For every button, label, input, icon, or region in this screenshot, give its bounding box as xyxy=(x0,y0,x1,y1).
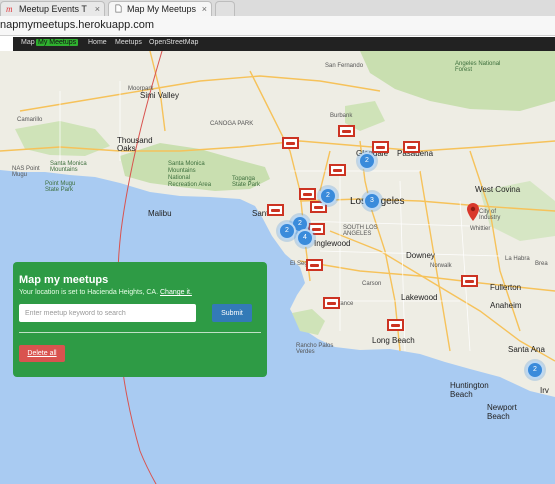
park-west xyxy=(15,121,110,156)
map-label-downey: Downey xyxy=(406,251,435,260)
url-text: napmymeetups.herokuapp.com xyxy=(0,19,155,31)
meetup-marker[interactable] xyxy=(403,141,420,153)
map-label-burbank: Burbank xyxy=(330,113,353,119)
map-label-rancho-palos-verdes: Rancho Palos Verdes xyxy=(296,343,334,355)
map-label-south-la: SOUTH LOS ANGELES xyxy=(343,225,378,237)
map-label-malibu: Malibu xyxy=(148,209,172,218)
navbar: Map My Meetups Home Meetups OpenStreetMa… xyxy=(13,37,555,51)
map-label-inglewood: Inglewood xyxy=(314,239,351,248)
close-tab-icon[interactable]: × xyxy=(95,2,100,16)
map-label-long-beach: Long Beach xyxy=(372,336,415,345)
page-icon xyxy=(115,4,122,13)
browser-tab-bar: m Meetup Events Timel × Map My Meetups × xyxy=(0,0,555,16)
map-label-smm: Santa Monica Mountains xyxy=(50,161,87,173)
tab-meetup-events-timeline[interactable]: m Meetup Events Timel × xyxy=(0,1,105,16)
map-label-huntington-beach: Huntington Beach xyxy=(450,381,489,399)
map-label-west-covina: West Covina xyxy=(475,185,521,194)
map-label-camarillo: Camarillo xyxy=(17,117,43,123)
nav-openstreetmap[interactable]: OpenStreetMap xyxy=(149,39,198,46)
map-label-city-of-industry: City of Industry xyxy=(479,209,501,221)
map-label-fullerton: Fullerton xyxy=(490,283,522,292)
meetup-marker[interactable] xyxy=(338,125,355,137)
park-angeles xyxy=(360,51,555,111)
meetup-marker[interactable] xyxy=(323,297,340,309)
tab-map-my-meetups[interactable]: Map My Meetups × xyxy=(108,1,212,16)
meetup-marker[interactable] xyxy=(372,141,389,153)
map-label-la-habra: La Habra xyxy=(505,256,530,262)
location-status: Your location is set to Hacienda Heights… xyxy=(19,289,159,296)
marker-cluster[interactable]: 2 xyxy=(319,187,337,205)
tab-title: Meetup Events Timel xyxy=(19,4,87,14)
marker-cluster[interactable]: 4 xyxy=(296,229,314,247)
map-label-thousand-oaks: Thousand Oaks xyxy=(117,136,153,153)
map-label-nas-point-mugu: NAS Point Mugu xyxy=(12,166,40,178)
svg-text:m: m xyxy=(6,4,13,13)
location-text: Your location is set to Hacienda Heights… xyxy=(19,289,192,296)
meetup-search-input[interactable] xyxy=(19,304,196,322)
nav-my-meetups[interactable]: My Meetups xyxy=(36,39,79,46)
marker-cluster[interactable]: 2 xyxy=(278,222,296,240)
tab-title: Map My Meetups xyxy=(127,4,197,14)
change-location-link[interactable]: Change it. xyxy=(160,289,192,296)
map-label-angeles-nf: Angeles National Forest xyxy=(455,61,501,73)
meetup-marker[interactable] xyxy=(329,164,346,176)
map-label-san-fernando: San Fernando xyxy=(325,63,364,69)
meetup-marker[interactable] xyxy=(267,204,284,216)
map-label-topanga: Topanga State Park xyxy=(232,176,261,188)
map-label-canoga-park: CANOGA PARK xyxy=(210,121,254,127)
meetup-marker[interactable] xyxy=(282,137,299,149)
meetup-marker[interactable] xyxy=(299,188,316,200)
nav-map[interactable]: Map xyxy=(21,39,35,46)
meetup-favicon-icon: m xyxy=(6,4,13,13)
map-label-brea: Brea xyxy=(535,261,548,267)
map-label-irvine: Irv xyxy=(540,386,549,395)
meetup-marker[interactable] xyxy=(461,275,478,287)
map-label-carson: Carson xyxy=(362,281,382,287)
map-label-norwalk: Norwalk xyxy=(430,263,452,269)
map-label-anaheim: Anaheim xyxy=(490,301,522,310)
nav-home[interactable]: Home xyxy=(88,39,107,46)
marker-cluster[interactable]: 2 xyxy=(526,361,544,379)
submit-button[interactable]: Submit xyxy=(212,304,252,322)
map-label-whittier: Whittier xyxy=(470,226,491,232)
panel-title: Map my meetups xyxy=(19,274,109,286)
location-pin-icon[interactable] xyxy=(467,203,479,221)
map-label-smm-nra: Santa Monica Mountains National Recreati… xyxy=(168,161,212,188)
meetup-marker[interactable] xyxy=(387,319,404,331)
delete-all-button[interactable]: Delete all xyxy=(19,345,65,362)
meetup-marker[interactable] xyxy=(306,259,323,271)
map-label-newport-beach: Newport Beach xyxy=(487,403,517,421)
marker-cluster[interactable]: 2 xyxy=(358,152,376,170)
nav-meetups[interactable]: Meetups xyxy=(115,39,142,46)
marker-cluster[interactable]: 3 xyxy=(363,192,381,210)
panel-divider xyxy=(19,332,261,333)
map-label-lakewood: Lakewood xyxy=(401,293,438,302)
map-my-meetups-panel: Map my meetups Your location is set to H… xyxy=(13,262,267,377)
close-tab-icon[interactable]: × xyxy=(202,2,207,16)
map-label-santa-ana: Santa Ana xyxy=(508,345,545,354)
address-bar[interactable]: napmymeetups.herokuapp.com xyxy=(0,16,555,36)
new-tab-button[interactable] xyxy=(215,1,235,16)
map-label-simi-valley: Simi Valley xyxy=(140,91,179,100)
map-label-point-mugu-sp: Point Mugu State Park xyxy=(45,181,76,193)
